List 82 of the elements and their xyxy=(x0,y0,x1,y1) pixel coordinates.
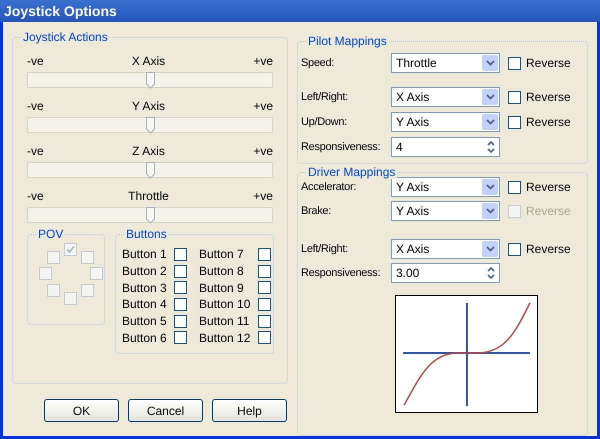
spinner-icon[interactable] xyxy=(486,266,496,280)
button-checkbox[interactable] xyxy=(258,281,271,294)
reverse-checkbox[interactable] xyxy=(508,242,521,256)
button-checkbox[interactable] xyxy=(258,248,271,261)
button-checkbox[interactable] xyxy=(258,298,271,311)
checkbox-label: Reverse xyxy=(526,114,571,131)
reverse-checkbox[interactable] xyxy=(508,90,521,104)
checkbox-label: Reverse xyxy=(526,203,571,220)
dropdown[interactable]: X Axis xyxy=(391,87,500,107)
axis-min-label: -ve xyxy=(27,99,44,113)
spin-field[interactable]: 4 xyxy=(391,137,500,157)
slider-thumb[interactable] xyxy=(146,117,155,134)
button-checkbox[interactable] xyxy=(174,298,187,311)
group-title: Buttons xyxy=(124,227,169,241)
checkbox-label: Reverse xyxy=(526,55,571,72)
checkbox-label: Button 7 xyxy=(199,246,245,264)
slider-thumb[interactable] xyxy=(146,72,155,89)
dialog-button[interactable]: Cancel xyxy=(128,399,203,422)
slider-track[interactable] xyxy=(27,72,273,88)
reverse-checkbox[interactable] xyxy=(508,180,521,194)
axis-min-label: -ve xyxy=(27,189,44,203)
spin-field[interactable]: 3.00 xyxy=(391,263,500,283)
checkbox-label: Button 9 xyxy=(199,280,245,297)
axis-max-label: +ve xyxy=(253,144,273,158)
window-title: Joystick Options xyxy=(4,2,117,21)
spinner-icon[interactable] xyxy=(486,140,496,154)
field-label: Speed: xyxy=(300,56,336,71)
dropdown[interactable]: Throttle xyxy=(391,53,500,73)
axis-label: Z Axis xyxy=(132,144,165,158)
button-checkbox[interactable] xyxy=(174,314,187,328)
group-title: Driver Mappings xyxy=(306,165,398,179)
field-label: Brake: xyxy=(300,204,332,219)
button-checkbox[interactable] xyxy=(258,314,271,328)
button-checkbox[interactable] xyxy=(174,264,187,278)
field-label: Responsiveness: xyxy=(300,140,382,155)
axis-label: Throttle xyxy=(128,189,169,203)
field-label: Up/Down: xyxy=(300,114,348,130)
button-checkbox[interactable] xyxy=(258,264,271,278)
reverse-checkbox[interactable] xyxy=(508,56,521,70)
axis-label: Y Axis xyxy=(132,99,166,113)
axis-max-label: +ve xyxy=(253,189,273,203)
button-checkbox[interactable] xyxy=(174,331,187,344)
checkbox-label: Button 10 xyxy=(199,296,252,314)
axis-label: X Axis xyxy=(132,54,166,68)
axis-max-label: +ve xyxy=(253,54,273,68)
field-label: Accelerator: xyxy=(300,180,358,195)
dialog-button[interactable]: Help xyxy=(212,399,287,422)
checkbox-label: Button 5 xyxy=(122,313,168,330)
field-label: Left/Right: xyxy=(300,90,349,105)
field-label: Left/Right: xyxy=(300,242,349,257)
axis-max-label: +ve xyxy=(253,99,273,113)
dropdown[interactable]: Y Axis xyxy=(391,112,500,132)
slider-track[interactable] xyxy=(27,207,273,223)
checkbox-label: Button 1 xyxy=(122,246,168,264)
dropdown[interactable]: Y Axis xyxy=(391,201,500,221)
button-checkbox[interactable] xyxy=(258,331,271,344)
slider-track[interactable] xyxy=(27,117,273,133)
checkbox-label: Button 6 xyxy=(122,330,168,347)
dropdown[interactable]: Y Axis xyxy=(391,177,500,197)
button-checkbox[interactable] xyxy=(174,281,187,294)
reverse-checkbox[interactable] xyxy=(508,116,521,128)
group-title: POV xyxy=(36,227,66,241)
group-title: Pilot Mappings xyxy=(306,34,389,48)
slider-thumb[interactable] xyxy=(146,207,155,224)
group-title: Joystick Actions xyxy=(21,30,110,44)
checkbox-label: Button 11 xyxy=(199,313,250,330)
checkbox-label: Reverse xyxy=(526,179,571,196)
dropdown[interactable]: X Axis xyxy=(391,239,500,259)
checkbox-label: Button 4 xyxy=(122,296,168,314)
checkbox-label: Button 3 xyxy=(122,280,168,297)
checkbox-label: Reverse xyxy=(526,89,571,106)
checkbox-label: Button 8 xyxy=(199,263,245,280)
checkbox-label: Button 12 xyxy=(199,330,252,347)
axis-min-label: -ve xyxy=(27,144,44,158)
checkbox-label: Reverse xyxy=(526,241,571,258)
field-label: Responsiveness: xyxy=(300,266,382,281)
slider-thumb[interactable] xyxy=(146,162,155,179)
checkbox-label: Button 2 xyxy=(122,263,168,280)
button-checkbox[interactable] xyxy=(174,248,187,261)
dialog-button[interactable]: OK xyxy=(44,399,119,422)
slider-track[interactable] xyxy=(27,162,273,178)
axis-min-label: -ve xyxy=(27,54,44,68)
